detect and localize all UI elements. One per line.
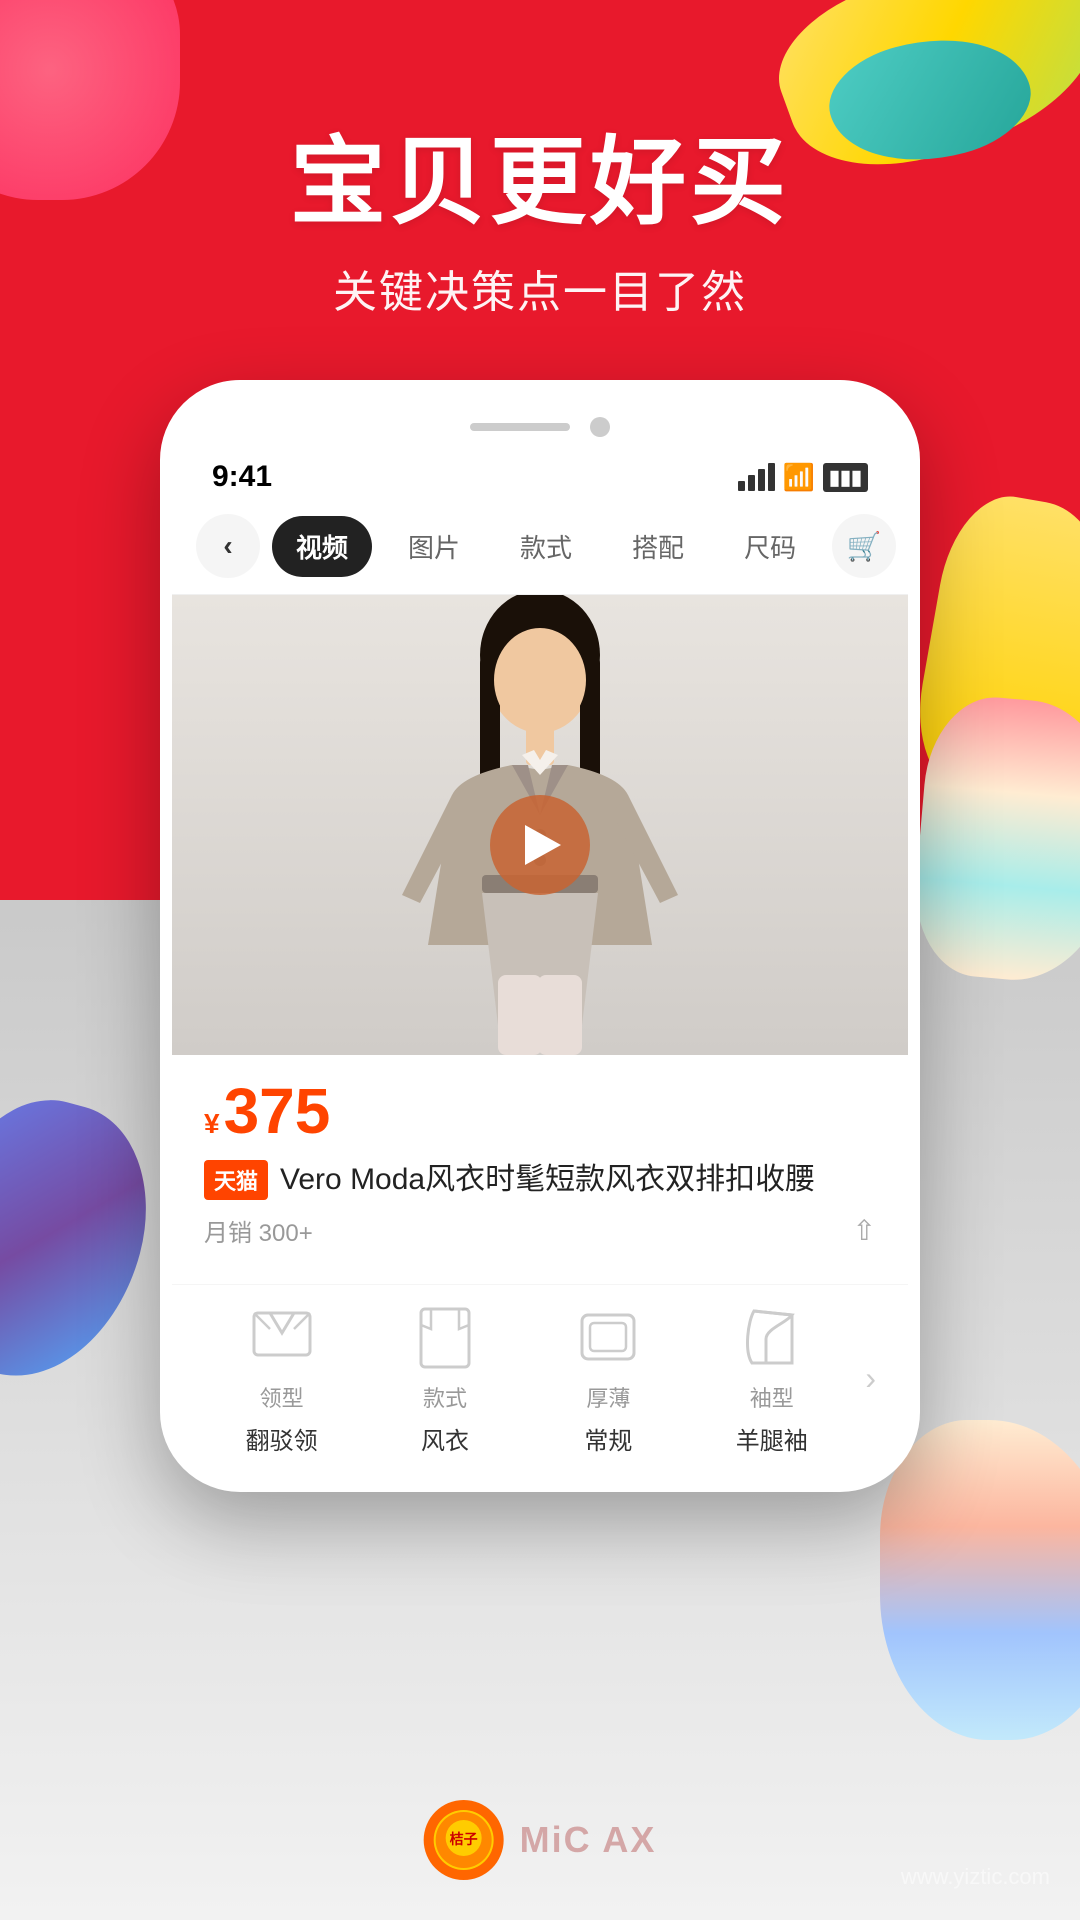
hero-subtitle: 关键决策点一目了然: [0, 256, 1080, 320]
price-symbol: ¥: [204, 1108, 220, 1140]
price-value: 375: [224, 1079, 331, 1143]
tab-size[interactable]: 尺码: [720, 516, 820, 577]
phone-wrapper: 9:41 📶 ▮▮▮ ‹ 视频: [160, 380, 920, 1492]
platform-badge: 天猫: [204, 1160, 268, 1200]
hero-title: 宝贝更好买: [0, 130, 1080, 236]
signal-icon: [738, 463, 775, 491]
share-icon[interactable]: ⇧: [853, 1214, 876, 1247]
product-info: ¥ 375 天猫 Vero Moda风衣时髦短款风衣双排扣收腰 月销 300+ …: [172, 1055, 908, 1284]
play-icon: [525, 825, 561, 865]
status-icons: 📶 ▮▮▮: [738, 462, 868, 493]
back-icon: ‹: [223, 530, 232, 562]
sales-row: 月销 300+ ⇧: [204, 1213, 876, 1248]
attr-sleeve-value: 羊腿袖: [736, 1421, 808, 1456]
back-button[interactable]: ‹: [196, 514, 260, 578]
product-image-area: [172, 595, 908, 1055]
style-icon: [409, 1301, 481, 1373]
tab-images[interactable]: 图片: [384, 516, 484, 577]
svg-text:桔子: 桔子: [450, 1831, 478, 1847]
tab-video[interactable]: 视频: [272, 516, 372, 577]
product-name: Vero Moda风衣时髦短款风衣双排扣收腰: [280, 1159, 815, 1201]
sales-count: 月销 300+: [204, 1213, 313, 1248]
cart-button[interactable]: 🛒: [832, 514, 896, 578]
attr-thickness-label: 厚薄: [586, 1381, 630, 1413]
attr-collar-value: 翻驳领: [246, 1421, 318, 1456]
tab-style[interactable]: 款式: [496, 516, 596, 577]
brand-text: MiC AX: [520, 1819, 657, 1861]
attributes-arrow[interactable]: ›: [857, 1360, 876, 1397]
status-time: 9:41: [212, 460, 272, 494]
wifi-icon: 📶: [783, 462, 815, 493]
notch-bar: [470, 423, 570, 431]
background-wrapper: 宝贝更好买 关键决策点一目了然 9:41 📶: [0, 0, 1080, 1920]
attr-thickness: 厚薄 常规: [531, 1301, 686, 1456]
attr-collar: 领型 翻驳领: [204, 1301, 359, 1456]
nav-tabs: ‹ 视频 图片 款式 搭配 尺码 🛒: [172, 498, 908, 595]
phone-frame: 9:41 📶 ▮▮▮ ‹ 视频: [160, 380, 920, 1492]
tab-matching[interactable]: 搭配: [608, 516, 708, 577]
product-name-row: 天猫 Vero Moda风衣时髦短款风衣双排扣收腰: [204, 1159, 876, 1201]
attr-style-value: 风衣: [421, 1421, 469, 1456]
sleeve-icon: [736, 1301, 808, 1373]
brand-logo-inner: 桔子: [434, 1810, 494, 1870]
attr-thickness-value: 常规: [584, 1421, 632, 1456]
more-button[interactable]: ···: [908, 514, 920, 578]
decoration-blob-left-blue: [0, 1079, 173, 1401]
battery-icon: ▮▮▮: [823, 463, 868, 492]
collar-icon: [246, 1301, 318, 1373]
thickness-icon: [572, 1301, 644, 1373]
cart-icon: 🛒: [847, 530, 882, 563]
attr-style-label: 款式: [423, 1381, 467, 1413]
attributes-row: 领型 翻驳领 款式 风衣: [172, 1284, 908, 1480]
bottom-brand: 桔子 MiC AX: [424, 1800, 657, 1880]
attr-sleeve: 袖型 羊腿袖: [694, 1301, 849, 1456]
brand-logo: 桔子: [424, 1800, 504, 1880]
price-row: ¥ 375: [204, 1079, 876, 1143]
attr-sleeve-label: 袖型: [750, 1381, 794, 1413]
status-bar: 9:41 📶 ▮▮▮: [172, 452, 908, 498]
notch-camera: [590, 417, 610, 437]
attr-style: 款式 风衣: [367, 1301, 522, 1456]
play-button[interactable]: [490, 795, 590, 895]
hero-section: 宝贝更好买 关键决策点一目了然: [0, 130, 1080, 320]
watermark: www.yiztic.com: [901, 1864, 1050, 1890]
attr-collar-label: 领型: [260, 1381, 304, 1413]
phone-notch: [172, 392, 908, 452]
